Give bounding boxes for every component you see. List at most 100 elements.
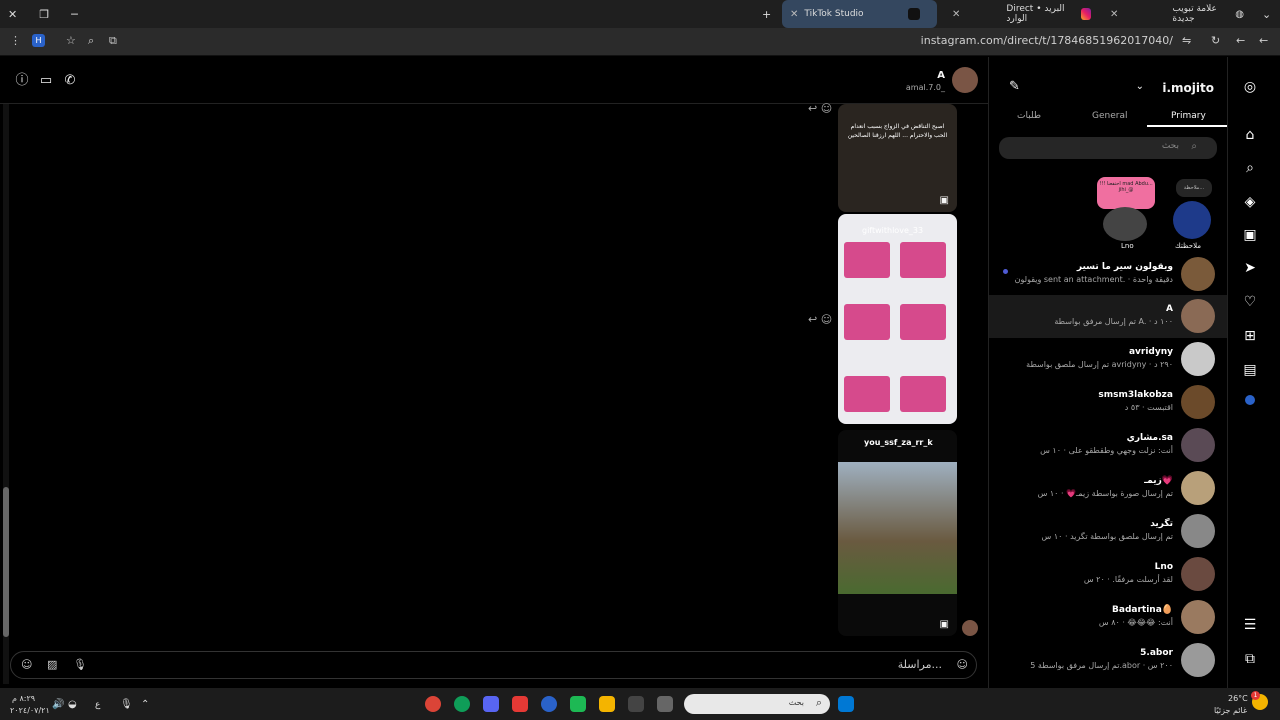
zoom-icon[interactable]: ⌕ bbox=[88, 34, 94, 48]
chevron-up-icon[interactable]: ⌃ bbox=[141, 699, 149, 710]
contact-name[interactable]: A bbox=[937, 70, 945, 81]
discord-icon[interactable] bbox=[483, 696, 499, 712]
bookmark-star-icon[interactable]: ☆ bbox=[66, 34, 76, 47]
profile-avatar-icon[interactable] bbox=[1245, 395, 1255, 405]
app-icon[interactable] bbox=[657, 696, 673, 712]
video-call-icon[interactable]: ▭ bbox=[38, 73, 54, 89]
app-icon[interactable] bbox=[570, 696, 586, 712]
taskbar-search[interactable]: بحث ⌕ bbox=[684, 694, 830, 714]
capcut-icon[interactable] bbox=[512, 696, 528, 712]
emoji-icon[interactable]: ☺ bbox=[957, 658, 968, 671]
new-tab-button[interactable]: + bbox=[762, 0, 771, 28]
close-tab-icon[interactable]: ✕ bbox=[952, 9, 960, 20]
contact-avatar[interactable] bbox=[952, 67, 978, 93]
close-window-button[interactable]: ✕ bbox=[8, 8, 17, 21]
reels-icon[interactable]: ▣ bbox=[1242, 227, 1258, 243]
language-indicator[interactable]: ع bbox=[95, 700, 100, 710]
minimize-window-button[interactable]: ─ bbox=[71, 8, 78, 21]
thread-avatar bbox=[1181, 342, 1215, 376]
chevron-down-icon[interactable]: ⌄ bbox=[1136, 81, 1144, 92]
note-bubble[interactable]: ملاحظة... bbox=[1176, 179, 1212, 197]
weather-desc[interactable]: غائم جزئيًا bbox=[1214, 706, 1247, 715]
thread-preview: تم إرسال ملصق بواسطة تگريد · ١٠ س bbox=[1041, 532, 1173, 541]
reel-message[interactable]: giftwithlove_33 bbox=[838, 214, 957, 424]
my-note-avatar[interactable] bbox=[1173, 201, 1211, 239]
messages-icon[interactable]: ➤ bbox=[1242, 260, 1258, 276]
store-icon[interactable] bbox=[628, 696, 644, 712]
chrome-icon[interactable] bbox=[425, 696, 441, 712]
message-composer[interactable]: ☺ ▨ 🎙 مراسلة... ☺ bbox=[10, 651, 977, 679]
url-field[interactable]: instagram.com/direct/t/17846851962017040… bbox=[921, 34, 1173, 47]
volume-icon[interactable]: 🔊 bbox=[52, 699, 64, 710]
close-tab-icon[interactable]: ✕ bbox=[790, 9, 798, 20]
close-tab-icon[interactable]: ✕ bbox=[1110, 9, 1118, 20]
contact-handle[interactable]: amal.7.0_ bbox=[906, 83, 945, 92]
file-explorer-icon[interactable] bbox=[599, 696, 615, 712]
reply-icon[interactable]: ↩ ☺ bbox=[808, 313, 832, 326]
search-input[interactable]: بحث bbox=[1162, 141, 1179, 151]
tab-search-chevron-icon[interactable]: ⌄ bbox=[1262, 0, 1271, 28]
thread-avatar bbox=[1181, 385, 1215, 419]
windows-taskbar: ٨:٢٩ م ٢٠٢٤/٠٧/٢١ 🔊 ◒ ع 🎙 ⌃ بحث ⌕ 26°C غ… bbox=[0, 688, 1280, 720]
thread-item[interactable]: Badartina🥚 أنت: 😂😂😂 · ٨٠ س bbox=[989, 596, 1227, 638]
tab-general[interactable]: General bbox=[1092, 111, 1127, 121]
windows-start-icon[interactable] bbox=[838, 696, 854, 712]
info-icon[interactable]: ⓘ bbox=[14, 73, 30, 89]
share-icon[interactable]: ⧉ bbox=[109, 34, 117, 48]
clock-date[interactable]: ٢٠٢٤/٠٧/٢١ bbox=[10, 706, 50, 715]
taskbar-search-input[interactable]: بحث bbox=[789, 698, 804, 707]
conversation-panel: ⓘ ▭ ✆ A amal.7.0_ ↩ ☺ اصبح التناقض في ال… bbox=[0, 57, 988, 688]
reel-message[interactable]: اصبح التناقض في الزواج بسبب انعدام الحب … bbox=[838, 104, 957, 212]
home-icon[interactable]: ⌂ bbox=[1242, 127, 1258, 143]
tab-instagram-direct[interactable]: ✕ Direct • البريد الوارد bbox=[944, 0, 1099, 28]
back-arrow-icon[interactable]: ← bbox=[1236, 34, 1245, 47]
scrollbar-thumb[interactable] bbox=[3, 487, 9, 637]
thread-item[interactable]: Lno لقد أرسلت مرفقًا. · ٢٠ س bbox=[989, 553, 1227, 595]
microphone-icon[interactable]: 🎙 bbox=[73, 658, 87, 671]
sticker-icon[interactable]: ☺ bbox=[21, 658, 32, 671]
reply-icon[interactable]: ↩ ☺ bbox=[808, 102, 832, 115]
thread-item[interactable]: زيمـ💗 تم إرسال صورة بواسطة زيمـ💗 · ١٠ س bbox=[989, 467, 1227, 509]
clock-time[interactable]: ٨:٢٩ م bbox=[12, 694, 35, 703]
weather-temp[interactable]: 26°C bbox=[1228, 694, 1248, 703]
chrome-profile-icon[interactable] bbox=[541, 696, 557, 712]
compose-icon[interactable]: ✎ bbox=[1009, 79, 1020, 94]
menu-icon[interactable]: ⋮ bbox=[10, 34, 21, 47]
thread-item[interactable]: 5.abor تم إرسال مرفق بواسطة 5.abor · ٢٠٠… bbox=[989, 639, 1227, 681]
account-username[interactable]: i.mojito bbox=[1162, 81, 1214, 95]
create-icon[interactable]: ⊞ bbox=[1242, 328, 1258, 344]
note-bubble[interactable]: !!! احتفعنا mad Abdu... jihi_@ bbox=[1097, 177, 1155, 209]
tab-requests[interactable]: طلبات bbox=[1017, 111, 1041, 121]
profile-button[interactable]: H bbox=[32, 34, 45, 47]
image-upload-icon[interactable]: ▨ bbox=[47, 658, 57, 671]
search-bar[interactable]: بحث ⌕ bbox=[999, 137, 1217, 159]
tab-new-tab[interactable]: ✕ علامة تبويب جديدة ◍ bbox=[1102, 0, 1252, 28]
maximize-window-button[interactable]: ❐ bbox=[39, 8, 49, 21]
search-icon[interactable]: ⌕ bbox=[1242, 160, 1258, 176]
wifi-icon[interactable]: ◒ bbox=[68, 699, 77, 710]
explore-icon[interactable]: ◈ bbox=[1242, 194, 1258, 210]
thread-item[interactable]: مشاري.sa أنت: نزلت وجهي وطقطقو على · ١٠ … bbox=[989, 424, 1227, 466]
more-apps-icon[interactable]: ⧉ bbox=[1242, 651, 1258, 667]
thread-item[interactable]: avridyny تم إرسال ملصق بواسطة avridyny ·… bbox=[989, 338, 1227, 380]
site-settings-icon[interactable]: ⇋ bbox=[1182, 34, 1191, 47]
thread-item[interactable]: smsm3lakobza اقتبست · ٥٣ د bbox=[989, 381, 1227, 423]
notifications-heart-icon[interactable]: ♡ bbox=[1242, 294, 1258, 310]
microphone-icon[interactable]: 🎙 bbox=[120, 699, 133, 710]
phone-call-icon[interactable]: ✆ bbox=[62, 73, 78, 89]
thread-item[interactable]: تگريد تم إرسال ملصق بواسطة تگريد · ١٠ س bbox=[989, 510, 1227, 552]
reload-icon[interactable]: ↻ bbox=[1211, 34, 1220, 47]
tab-primary[interactable]: Primary bbox=[1171, 111, 1206, 121]
note-avatar[interactable] bbox=[1103, 207, 1147, 241]
thread-item[interactable]: ويقولون سير ما تسير ويقولون sent an atta… bbox=[989, 253, 1227, 295]
menu-icon[interactable]: ☰ bbox=[1242, 617, 1258, 633]
message-input[interactable]: مراسلة... bbox=[898, 658, 942, 671]
instagram-logo-icon[interactable]: ◎ bbox=[1242, 79, 1258, 95]
dashboard-icon[interactable]: ▤ bbox=[1242, 362, 1258, 378]
chrome-icon[interactable] bbox=[454, 696, 470, 712]
thread-name: زيمـ💗 bbox=[1144, 476, 1173, 486]
tab-tiktok-studio[interactable]: ✕ TikTok Studio bbox=[782, 0, 937, 28]
thread-item-active[interactable]: A تم إرسال مرفق بواسطة A. · ١٠٠ د bbox=[989, 295, 1227, 338]
reel-message[interactable]: you_ssf_za_rr_k ▣ bbox=[838, 430, 957, 636]
forward-arrow-icon[interactable]: ← bbox=[1259, 34, 1268, 47]
